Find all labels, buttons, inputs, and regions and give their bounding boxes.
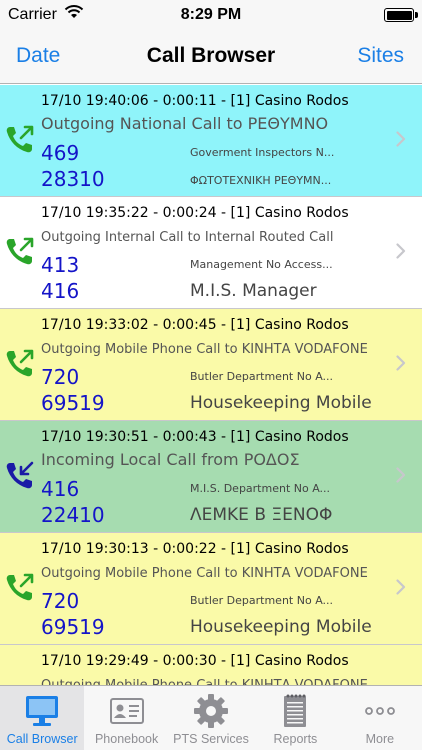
call-header: 17/10 19:40:06 - 0:00:11 - [1] Casino Ro… [41, 93, 349, 109]
call-description: Outgoing Mobile Phone Call to ΚΙΝΗΤΑ VOD… [41, 566, 368, 581]
tab-call-browser[interactable]: Call Browser [0, 686, 85, 750]
dialed-number: 69519 [41, 391, 105, 415]
call-row[interactable]: 17/10 19:33:02 - 0:00:45 - [1] Casino Ro… [0, 309, 422, 421]
tab-label: More [365, 732, 395, 746]
tab-label: Reports [273, 732, 318, 746]
chevron-right-icon [396, 467, 406, 483]
call-row[interactable]: 17/10 19:35:22 - 0:00:24 - [1] Casino Ro… [0, 197, 422, 309]
report-notepad-icon [276, 692, 314, 730]
chevron-right-icon [396, 131, 406, 147]
call-description: Incoming Local Call from ΡΟΔΟΣ [41, 450, 300, 469]
more-dots-icon [361, 692, 399, 730]
call-row[interactable]: 17/10 19:40:06 - 0:00:11 - [1] Casino Ro… [0, 85, 422, 197]
tab-bar: Call Browser Phonebook PTS Services Repo… [0, 685, 422, 750]
call-row[interactable]: 17/10 19:30:13 - 0:00:22 - [1] Casino Ro… [0, 533, 422, 645]
status-time: 8:29 PM [180, 6, 242, 23]
contact-card-icon [108, 692, 146, 730]
call-row[interactable]: 17/10 19:30:51 - 0:00:43 - [1] Casino Ro… [0, 421, 422, 533]
call-row[interactable]: 17/10 19:29:49 - 0:00:30 - [1] Casino Ro… [0, 645, 422, 685]
tab-reports[interactable]: Reports [253, 686, 337, 750]
tab-label: PTS Services [173, 732, 249, 746]
call-description: Outgoing National Call to ΡΕΘΥΜΝΟ [41, 114, 329, 133]
call-header: 17/10 19:30:13 - 0:00:22 - [1] Casino Ro… [41, 541, 349, 557]
call-description: Outgoing Mobile Phone Call to ΚΙΝΗΤΑ VOD… [41, 342, 368, 357]
date-button[interactable]: Date [16, 44, 60, 68]
call-header: 17/10 19:33:02 - 0:00:45 - [1] Casino Ro… [41, 317, 349, 333]
gear-icon [192, 692, 230, 730]
extension-description: Butler Department No A... [190, 594, 334, 607]
tab-phonebook[interactable]: Phonebook [84, 686, 168, 750]
extension-number: 413 [41, 253, 80, 277]
outgoing-call-icon [4, 347, 36, 379]
dialed-number: 69519 [41, 615, 105, 639]
call-header: 17/10 19:29:49 - 0:00:30 - [1] Casino Ro… [41, 653, 349, 669]
extension-number: 720 [41, 365, 80, 389]
extension-description: Goverment Inspectors N... [190, 146, 335, 159]
dialed-number: 22410 [41, 503, 105, 527]
extension-number: 416 [41, 477, 80, 501]
dialed-number-description: Housekeeping Mobile [190, 393, 372, 413]
extension-description: Management No Access... [190, 258, 333, 271]
status-bar: Carrier 8:29 PM [0, 0, 422, 30]
incoming-call-icon [4, 459, 36, 491]
call-description: Outgoing Mobile Phone Call to ΚΙΝΗΤΑ VOD… [41, 678, 368, 685]
navigation-bar: Date Call Browser Sites [0, 30, 422, 84]
tab-label: Call Browser [6, 732, 78, 746]
call-list[interactable]: 17/10 19:40:06 - 0:00:11 - [1] Casino Ro… [0, 85, 422, 685]
chevron-right-icon [396, 355, 406, 371]
dialed-number-description: M.I.S. Manager [190, 281, 317, 301]
outgoing-call-icon [4, 571, 36, 603]
battery-icon [384, 8, 418, 22]
sites-button[interactable]: Sites [357, 44, 404, 68]
extension-number: 469 [41, 141, 80, 165]
tab-more[interactable]: More [338, 686, 422, 750]
outgoing-call-icon [4, 235, 36, 267]
chevron-right-icon [396, 579, 406, 595]
tab-pts-services[interactable]: PTS Services [169, 686, 253, 750]
extension-number: 720 [41, 589, 80, 613]
dialed-number-description: ΦΩΤΟΤΕΧΝΙΚΗ ΡΕΘΥΜΝ... [190, 174, 332, 187]
extension-description: M.I.S. Department No A... [190, 482, 331, 495]
dialed-number: 28310 [41, 167, 105, 191]
call-header: 17/10 19:35:22 - 0:00:24 - [1] Casino Ro… [41, 205, 349, 221]
outgoing-call-icon [4, 123, 36, 155]
dialed-number-description: Housekeeping Mobile [190, 617, 372, 637]
call-header: 17/10 19:30:51 - 0:00:43 - [1] Casino Ro… [41, 429, 349, 445]
dialed-number-description: ΛΕΜΚΕ Β ΞΕΝΟΦ [190, 505, 333, 525]
tab-label: Phonebook [94, 732, 159, 746]
dialed-number: 416 [41, 279, 80, 303]
chevron-right-icon [396, 243, 406, 259]
call-description: Outgoing Internal Call to Internal Route… [41, 230, 334, 245]
monitor-icon [23, 692, 61, 730]
extension-description: Butler Department No A... [190, 370, 334, 383]
